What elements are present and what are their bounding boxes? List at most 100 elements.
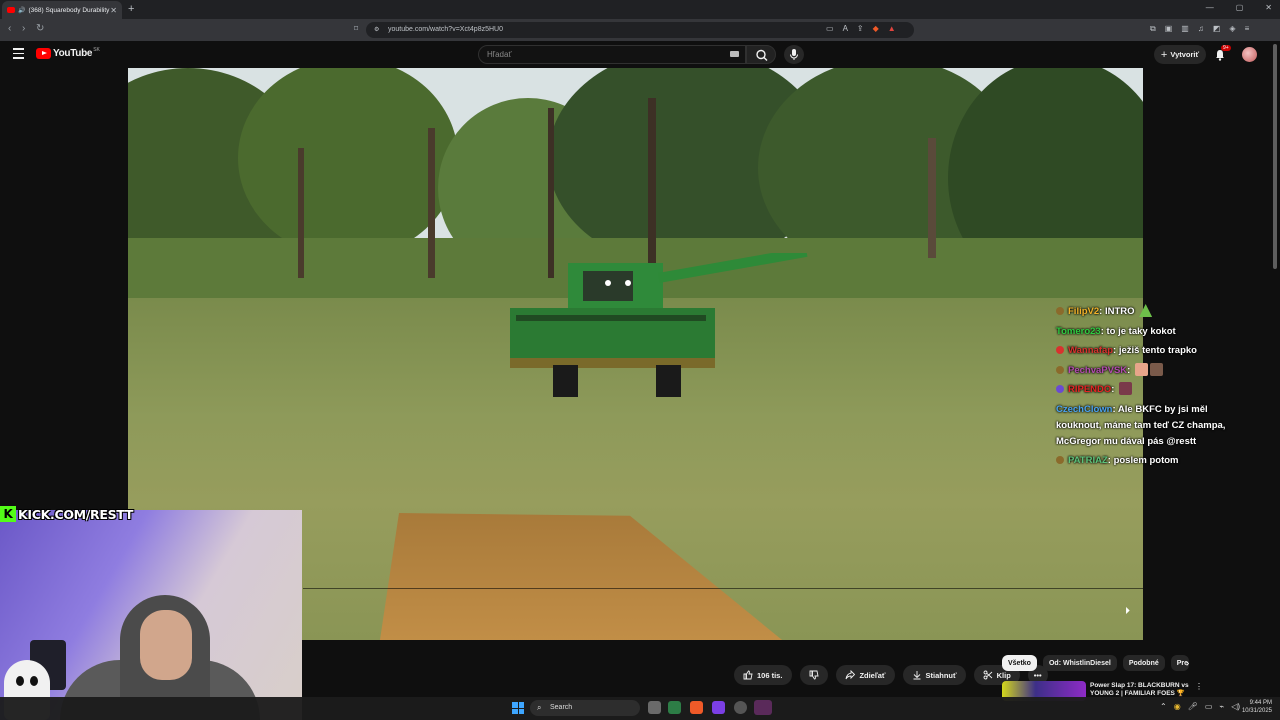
page-scrollbar[interactable] [1273,44,1277,269]
dislike-button[interactable] [800,665,829,685]
close-window-icon[interactable]: ✕ [1265,3,1272,12]
chat-text: : ježiš tento trapko [1113,345,1197,357]
video-frame-combine [510,253,808,397]
forward-icon[interactable]: › [22,23,25,34]
brave-browser-icon[interactable] [690,701,703,714]
share-button[interactable]: Zdieľať [836,665,895,685]
like-count: 106 tis. [757,670,783,680]
chat-text: : INTRO [1099,306,1135,317]
download-icon [913,671,921,680]
search-input[interactable]: Hľadať [478,45,746,64]
chip-from-channel[interactable]: Od: WhistlinDiesel [1042,655,1117,671]
tray-chevron-up-icon[interactable]: ⌃ [1160,702,1167,711]
vpn-icon[interactable]: ◈ [1229,24,1235,34]
chat-message: PATRIAZ: poslem potom [1056,453,1236,469]
close-tab-icon[interactable]: ✕ [110,6,117,15]
video-progress-bar[interactable] [303,588,1143,589]
obs-app-icon[interactable] [734,701,747,714]
country-code: SK [93,47,100,53]
create-button[interactable]: + Vytvoriť [1154,45,1206,64]
youtube-logo[interactable]: YouTube SK [36,47,100,59]
chat-badge-icon [1056,307,1064,315]
tray-app-icon[interactable]: ◉ [1174,702,1181,711]
music-icon[interactable]: ♫ [1198,24,1204,34]
chip-all[interactable]: Všetko [1002,655,1037,671]
taskbar-search[interactable]: ⌕ Search [530,700,640,716]
site-info-icon[interactable]: ⚙ [374,22,379,38]
video-actions: 106 tis. Zdieľať Stiahnuť Klip ••• [734,665,1048,685]
youtube-wordmark: YouTube [53,48,93,59]
steam-app-icon[interactable] [754,700,772,715]
more-horizontal-icon: ••• [1033,670,1042,680]
download-label: Stiahnuť [925,670,957,680]
notification-badge: 9+ [1221,45,1231,51]
system-tray: ⌃ ◉ 🎤︎ ▭ ⌁ ◁) [1160,702,1240,711]
reload-icon[interactable]: ↻ [36,23,44,34]
share-icon[interactable]: ⇪ [857,24,864,33]
chat-text: : [1127,364,1131,376]
clock-date: 10/31/2025 [1241,708,1272,714]
task-view-icon[interactable] [648,701,661,714]
wallet-icon[interactable]: ◩ [1213,24,1221,34]
cast-icon[interactable]: ▭ [826,24,834,33]
clock-time: 9:44 PM [1249,700,1272,706]
url-actions: ▭ A ⇪ ◆ ▲ [826,24,896,33]
create-label: Vytvoriť [1170,50,1200,59]
screenshot-icon[interactable]: ▣ [1165,24,1173,34]
minimize-icon[interactable]: — [1206,3,1214,12]
voice-search-button[interactable] [784,45,804,64]
search-placeholder: Hľadať [487,50,512,59]
emote-icon [1149,362,1163,376]
clip-label: Klip [996,670,1011,680]
brave-rewards-icon[interactable]: ▲ [888,24,896,33]
translate-icon[interactable]: A [843,24,848,33]
hamburger-menu-icon[interactable] [13,48,24,62]
chat-message: CzechClown: Ale BKFC by jsi měl kouknout… [1056,402,1236,449]
chat-message: FilipV2: INTRO [1056,304,1236,320]
tab-title: (368) Squarebody Durability [28,6,110,14]
avatar[interactable] [1242,47,1257,62]
brave-shields-icon[interactable]: ◆ [873,24,879,33]
plus-icon: + [1160,48,1168,61]
network-icon[interactable]: ⌁ [1219,702,1224,711]
notifications-button[interactable]: 9+ [1214,45,1231,66]
chat-badge-icon [1056,456,1064,465]
bookmark-icon[interactable]: ⌑ [354,24,358,33]
thumbs-up-icon [743,670,753,680]
autoplay-toggle-icon[interactable]: ⏵ [1125,606,1130,617]
chip-related[interactable]: Podobné [1122,655,1165,671]
microphone-icon [790,49,798,60]
browser-tab[interactable]: 🔊 (368) Squarebody Durability ✕ [2,1,122,19]
back-icon[interactable]: ‹ [8,23,11,34]
recommended-video-title[interactable]: Power Slap 17: BLACKBURN vs YOUNG 2 | FA… [1090,682,1190,698]
emote-icon [1119,382,1133,396]
search-button[interactable] [746,45,776,64]
thumbs-down-icon [809,670,819,680]
audio-playing-icon[interactable]: 🔊 [18,7,25,14]
display-icon[interactable]: ▭ [1205,702,1213,711]
chat-username: CzechClown [1056,403,1113,415]
chat-message: RIPENDO: [1056,382,1236,398]
taskbar-clock[interactable]: 9:44 PM 10/31/2025 [1238,699,1272,715]
extension-icon[interactable]: ⧉ [1150,24,1156,34]
like-button[interactable]: 106 tis. [734,665,793,685]
keyboard-icon[interactable] [730,51,739,57]
download-button[interactable]: Stiahnuť [902,665,966,685]
twitch-app-icon[interactable] [712,701,725,714]
webcam-overlay [0,510,302,720]
chat-message: Wannafap: ježiš tento trapko [1056,343,1236,359]
new-tab-button[interactable]: + [128,3,134,15]
menu-icon[interactable]: ≡ [1245,24,1250,34]
chat-username: PechvaPVSK [1068,364,1128,376]
maximize-icon[interactable]: ▢ [1236,3,1244,12]
chat-message: Tomero23: to je taky kokot [1056,324,1236,340]
stream-chat-overlay: FilipV2: INTRO Tomero23: to je taky koko… [1056,304,1236,473]
more-vertical-icon[interactable]: ⋮ [1195,682,1203,691]
sidebar-icon[interactable]: ▥ [1181,24,1189,34]
chat-badge-icon [1056,385,1064,394]
share-label: Zdieľať [859,670,886,680]
xbox-app-icon[interactable] [668,701,681,714]
windows-start-icon[interactable] [512,702,524,714]
chevron-right-icon[interactable]: › [1186,658,1189,669]
microphone-icon[interactable]: 🎤︎ [1188,702,1198,711]
